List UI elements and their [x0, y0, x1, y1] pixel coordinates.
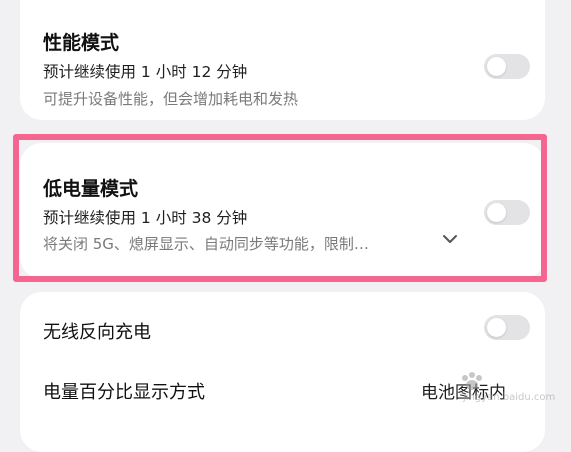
performance-mode-toggle[interactable] [484, 54, 530, 79]
toggle-knob [487, 203, 506, 222]
low-power-mode-estimate: 预计继续使用 1 小时 38 分钟 [43, 209, 248, 227]
chevron-down-icon[interactable] [441, 232, 459, 246]
low-power-mode-description: 将关闭 5G、熄屏显示、自动同步等功能，限制… [43, 235, 369, 253]
low-power-mode-title: 低电量模式 [43, 178, 139, 200]
wireless-reverse-charging-toggle[interactable] [484, 315, 530, 340]
low-power-mode-toggle[interactable] [484, 200, 530, 225]
battery-percentage-display-value[interactable]: 电池图标内 [421, 378, 506, 403]
performance-mode-description: 可提升设备性能，但会增加耗电和发热 [43, 90, 299, 108]
toggle-knob [487, 57, 506, 76]
performance-mode-title: 性能模式 [43, 32, 120, 54]
wireless-reverse-charging-title: 无线反向充电 [43, 322, 151, 343]
charging-settings-card [20, 292, 545, 452]
performance-mode-estimate: 预计继续使用 1 小时 12 分钟 [43, 63, 248, 81]
battery-percentage-display-title[interactable]: 电量百分比显示方式 [43, 378, 205, 404]
toggle-knob [487, 318, 506, 337]
